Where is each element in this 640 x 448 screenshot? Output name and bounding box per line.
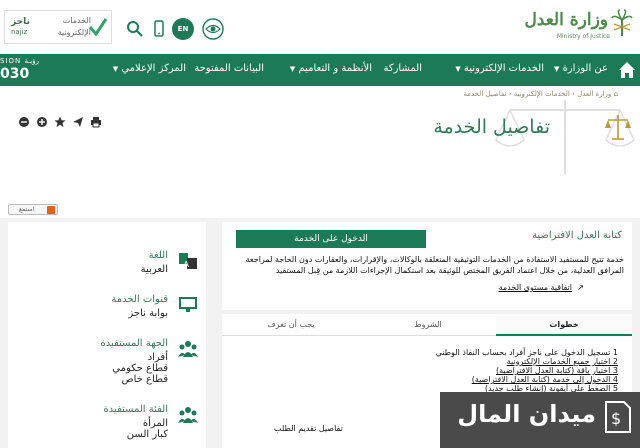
- details-tabs: خطوات الشروط يجب أن تعرف: [222, 314, 632, 336]
- service-level-agreement-link[interactable]: اتفاقية مستوى الخدمة: [499, 283, 572, 292]
- listen-label: استمع: [19, 206, 35, 213]
- nav-about-label: عن الوزارة: [562, 63, 608, 74]
- language-icon: A: [179, 253, 197, 269]
- nav-eservices[interactable]: الخدمات الإلكترونية ▼: [452, 63, 544, 74]
- info-beneficiary-category: الفئة المستفيدة المرأة كبار السن: [18, 404, 198, 448]
- steps-list: 1 تسجيل الدخول على ناجز أفراد بحساب النف…: [238, 348, 618, 393]
- nav-media-center[interactable]: المركز الإعلامي ▼: [110, 63, 186, 74]
- title-area: ⌂ وزارة العدل ‹ الخدمات الإلكترونية ‹ تف…: [0, 86, 640, 178]
- ministry-name: وزارة العدل: [524, 10, 608, 30]
- watermark-text: ميدان المال: [457, 400, 596, 428]
- svg-text:$: $: [611, 409, 621, 428]
- chevron-down-icon: ▼: [289, 65, 296, 73]
- vision-line2: 030: [0, 66, 30, 82]
- page-title: تفاصيل الخدمة: [433, 116, 550, 138]
- info-beneficiary-entity-value: أفراد قطاع حكومي قطاع خاص: [112, 352, 168, 385]
- service-info-panel: A اللغة العربية قنوات الخدمة بوابة ناجز …: [8, 222, 206, 448]
- meedan-almal-watermark: ميدان المال $: [440, 392, 640, 448]
- print-icon[interactable]: [90, 116, 102, 128]
- money-document-icon: $: [605, 401, 631, 433]
- main-nav: عن الوزارة ▼ الخدمات الإلكترونية ▼ المشا…: [0, 54, 640, 86]
- zoom-in-icon[interactable]: [36, 116, 48, 128]
- palm-emblem-icon: [611, 9, 633, 36]
- info-channels-value: بوابة ناجز: [128, 308, 168, 319]
- nav-regulations[interactable]: الأنظمة و التعاميم ▼: [287, 63, 372, 74]
- nav-open-data[interactable]: البيانات المفتوحة: [194, 63, 264, 74]
- info-beneficiary-entity: الجهة المستفيدة أفراد قطاع حكومي قطاع خا…: [18, 338, 198, 398]
- ministry-logo[interactable]: وزارة العدل Ministry of Justice: [516, 6, 636, 46]
- info-beneficiary-category-value: المرأة كبار السن: [126, 418, 168, 440]
- zoom-out-icon[interactable]: [18, 116, 30, 128]
- info-beneficiary-category-label: الفئة المستفيدة: [103, 404, 168, 415]
- nav-regulations-label: الأنظمة و التعاميم: [298, 63, 372, 74]
- najiz-line1: الخدمات: [62, 16, 91, 25]
- nav-open-data-label: البيانات المفتوحة: [194, 63, 264, 74]
- nav-media-center-label: المركز الإعلامي: [121, 63, 186, 74]
- vision-line1: SION رؤيـة: [0, 57, 39, 65]
- tab-should-know[interactable]: يجب أن تعرف: [222, 314, 360, 336]
- nav-participation-label: المشاركة: [383, 63, 422, 74]
- search-icon[interactable]: [124, 18, 146, 40]
- play-icon: [47, 206, 55, 214]
- breadcrumb: ⌂ وزارة العدل ‹ الخدمات الإلكترونية ‹ تف…: [463, 90, 618, 98]
- home-icon[interactable]: [616, 59, 638, 81]
- vision-2030-logo[interactable]: SION رؤيـة 030: [0, 54, 42, 86]
- list-item[interactable]: 2 اختيار جميع الخدمات الإلكترونية: [238, 357, 618, 366]
- najiz-brand: ناجز: [11, 17, 30, 27]
- list-item[interactable]: 4 الدخول إلى خدمة (كتابة العدل الافتراضي…: [238, 375, 618, 384]
- service-description: خدمة تتيح للمستفيد الاستفادة من الخدمات …: [245, 255, 624, 275]
- info-beneficiary-entity-label: الجهة المستفيدة: [100, 338, 168, 349]
- top-header: وزارة العدل Ministry of Justice EN الخدم…: [0, 0, 640, 54]
- tab-steps[interactable]: خطوات: [496, 314, 632, 336]
- service-heading: كتابة العدل الافتراضية: [532, 230, 622, 241]
- monitor-icon: [179, 297, 197, 312]
- tab-conditions[interactable]: الشروط: [360, 314, 496, 336]
- info-language: A اللغة العربية: [18, 250, 198, 286]
- nav-eservices-label: الخدمات الإلكترونية: [463, 63, 544, 74]
- request-details-text: تفاصيل تقديم الطلب: [274, 424, 343, 433]
- external-link-icon: ↗: [577, 283, 584, 292]
- svg-text:A: A: [184, 260, 190, 269]
- list-item[interactable]: 3 اختيار باقة (كتابة العدل الافتراضية): [238, 366, 618, 375]
- crumb-separator: ‹: [508, 90, 512, 98]
- people-group-icon: [178, 407, 198, 423]
- en-language-icon[interactable]: EN: [172, 18, 194, 40]
- crumb-current: تفاصيل الخدمة: [463, 90, 507, 98]
- list-item: 1 تسجيل الدخول على ناجز أفراد بحساب النف…: [435, 348, 618, 357]
- nav-participation[interactable]: المشاركة: [383, 63, 422, 74]
- mobile-icon[interactable]: [148, 18, 170, 40]
- crumb-separator: ‹: [572, 90, 575, 98]
- star-icon[interactable]: [54, 116, 66, 128]
- crumb-eservices[interactable]: الخدمات الإلكترونية: [514, 90, 570, 98]
- listen-button[interactable]: استمع: [8, 204, 58, 215]
- najiz-eservices-link[interactable]: الخدمات الإلكترونية ناجز najiz: [4, 10, 112, 44]
- service-card: كتابة العدل الافتراضية الدخول على الخدمة…: [222, 222, 632, 310]
- najiz-line2: الإلكترونية: [57, 28, 91, 37]
- enter-service-button[interactable]: الدخول على الخدمة: [236, 230, 426, 248]
- share-icon[interactable]: [72, 116, 84, 128]
- crumb-ministry[interactable]: وزارة العدل: [577, 90, 611, 98]
- chevron-down-icon: ▼: [455, 65, 461, 73]
- people-group-icon: [178, 341, 198, 357]
- info-channels-label: قنوات الخدمة: [111, 294, 168, 305]
- chevron-down-icon: ▼: [553, 65, 560, 73]
- chevron-down-icon: ▼: [112, 65, 119, 73]
- nav-about[interactable]: عن الوزارة ▼: [551, 63, 608, 74]
- info-channels: قنوات الخدمة بوابة ناجز: [18, 294, 198, 330]
- info-language-value: العربية: [140, 264, 168, 275]
- najiz-check-icon: [89, 18, 107, 37]
- ministry-name-en: Ministry of Justice: [556, 33, 610, 40]
- eye-icon[interactable]: [202, 18, 224, 40]
- crumb-home-icon[interactable]: ⌂: [614, 90, 618, 98]
- najiz-brand-en: najiz: [11, 28, 28, 36]
- scale-icon: [605, 115, 631, 140]
- info-language-label: اللغة: [148, 250, 168, 261]
